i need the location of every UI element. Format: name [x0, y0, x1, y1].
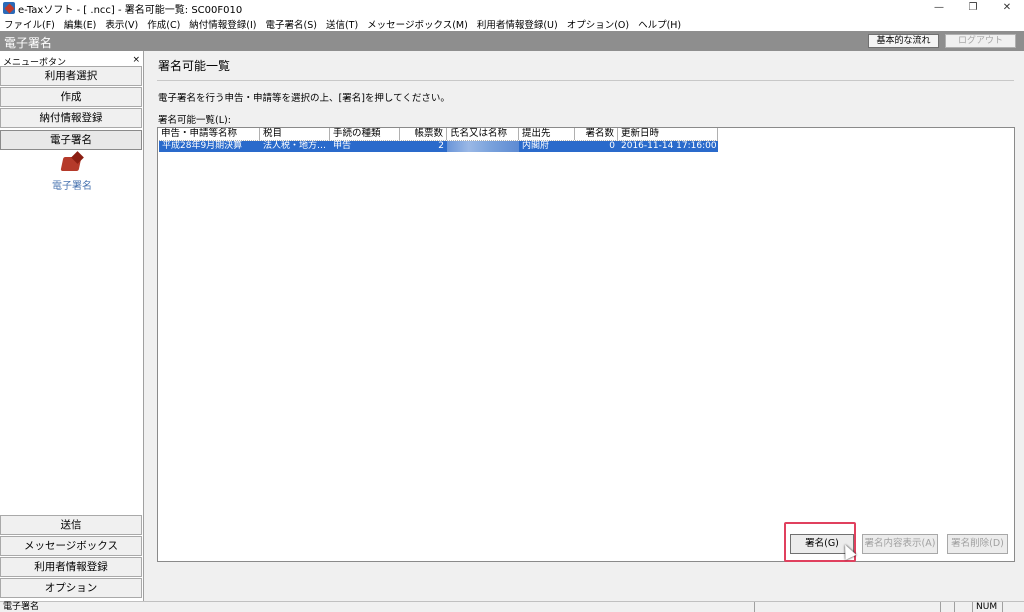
signature-icon-label[interactable]: 電子署名: [30, 177, 114, 192]
nav-create[interactable]: 作成: [0, 87, 142, 107]
nav-send[interactable]: 送信: [0, 515, 142, 535]
menu-panel: メニューボタン × 利用者選択 作成 納付情報登録 電子署名 電子署名 送信 メ…: [0, 51, 144, 601]
window-controls: — ❐ ✕: [922, 0, 1024, 16]
maximize-button[interactable]: ❐: [956, 0, 990, 16]
basic-flow-button[interactable]: 基本的な流れ: [868, 34, 939, 48]
status-text: 電子署名: [3, 602, 40, 612]
col-tax-item[interactable]: 税目: [260, 128, 330, 141]
section-header: 電子署名 基本的な流れ ログアウト: [0, 31, 1024, 51]
menu-create[interactable]: 作成(C): [147, 17, 180, 31]
menu-file[interactable]: ファイル(F): [4, 17, 55, 31]
col-name[interactable]: 氏名又は名称: [447, 128, 519, 141]
cell-form-name: 平成28年9月期決算: [162, 141, 243, 151]
menu-help[interactable]: ヘルプ(H): [638, 17, 681, 31]
title-divider: [157, 80, 1014, 81]
etax-app-icon: [3, 2, 15, 14]
list-label: 署名可能一覧(L):: [158, 115, 231, 126]
nav-payment-info[interactable]: 納付情報登録: [0, 108, 142, 128]
num-lock-indicator: NUM: [976, 602, 998, 612]
window-title: e-Taxソフト - [ .ncc] - 署名可能一覧: SC00F010: [18, 4, 243, 16]
menu-message-box[interactable]: メッセージボックス(M): [367, 17, 468, 31]
status-bar: 電子署名 NUM: [0, 601, 1024, 612]
cell-signature-count: 0: [609, 141, 615, 151]
col-form-count[interactable]: 帳票数: [400, 128, 447, 141]
minimize-button[interactable]: —: [922, 0, 956, 16]
nav-user-select[interactable]: 利用者選択: [0, 66, 142, 86]
table-row[interactable]: 平成28年9月期決算 法人税・地方… 申告 2 内閣府 0 2016-11-14…: [158, 140, 719, 153]
cell-tax-item: 法人税・地方…: [263, 141, 327, 151]
cell-procedure-type: 申告: [333, 141, 352, 151]
menu-edit[interactable]: 編集(E): [64, 17, 96, 31]
menu-bar: ファイル(F) 編集(E) 表示(V) 作成(C) 納付情報登録(I) 電子署名…: [0, 16, 1024, 31]
col-form-name[interactable]: 申告・申請等名称: [158, 128, 260, 141]
signable-list[interactable]: 申告・申請等名称 税目 手続の種類 帳票数 氏名又は名称 提出先 署名数 更新日…: [157, 127, 1015, 562]
nav-message-box[interactable]: メッセージボックス: [0, 536, 142, 556]
menu-panel-close-icon[interactable]: ×: [132, 55, 140, 65]
app-window: e-Taxソフト - [ .ncc] - 署名可能一覧: SC00F010 — …: [0, 0, 1024, 612]
status-pane-1: [754, 602, 940, 612]
nav-signature[interactable]: 電子署名: [0, 130, 142, 150]
menu-user-info[interactable]: 利用者情報登録(U): [477, 17, 558, 31]
nav-user-info[interactable]: 利用者情報登録: [0, 557, 142, 577]
menu-signature[interactable]: 電子署名(S): [266, 17, 317, 31]
cell-destination: 内閣府: [522, 141, 550, 151]
close-button[interactable]: ✕: [990, 0, 1024, 16]
col-updated-at[interactable]: 更新日時: [618, 128, 718, 141]
list-header: 申告・申請等名称 税目 手続の種類 帳票数 氏名又は名称 提出先 署名数 更新日…: [158, 128, 718, 141]
instruction-text: 電子署名を行う申告・申請等を選択の上、[署名]を押してください。: [158, 93, 450, 104]
status-pane-3: [954, 602, 972, 612]
section-title: 電子署名: [4, 36, 53, 50]
menu-view[interactable]: 表示(V): [105, 17, 138, 31]
status-pane-5: [1002, 602, 1024, 612]
nav-options[interactable]: オプション: [0, 578, 142, 598]
view-signature-button[interactable]: 署名内容表示(A): [862, 534, 938, 554]
menu-options[interactable]: オプション(O): [567, 17, 629, 31]
menu-payment-info[interactable]: 納付情報登録(I): [189, 17, 256, 31]
cell-name-redacted: [447, 141, 519, 152]
signature-pen-icon[interactable]: [60, 151, 84, 175]
cell-form-count: 2: [438, 141, 444, 151]
col-signature-count[interactable]: 署名数: [575, 128, 618, 141]
page-title: 署名可能一覧: [158, 59, 231, 73]
title-bar: e-Taxソフト - [ .ncc] - 署名可能一覧: SC00F010 — …: [0, 0, 1024, 16]
delete-signature-button[interactable]: 署名削除(D): [947, 534, 1008, 554]
cell-updated-at: 2016-11-14 17:16:00: [621, 141, 717, 151]
status-pane-2: [940, 602, 954, 612]
content-area: 署名可能一覧 電子署名を行う申告・申請等を選択の上、[署名]を押してください。 …: [145, 51, 1024, 601]
col-destination[interactable]: 提出先: [519, 128, 575, 141]
logout-button[interactable]: ログアウト: [945, 34, 1016, 48]
menu-send[interactable]: 送信(T): [326, 17, 358, 31]
col-procedure-type[interactable]: 手続の種類: [330, 128, 400, 141]
